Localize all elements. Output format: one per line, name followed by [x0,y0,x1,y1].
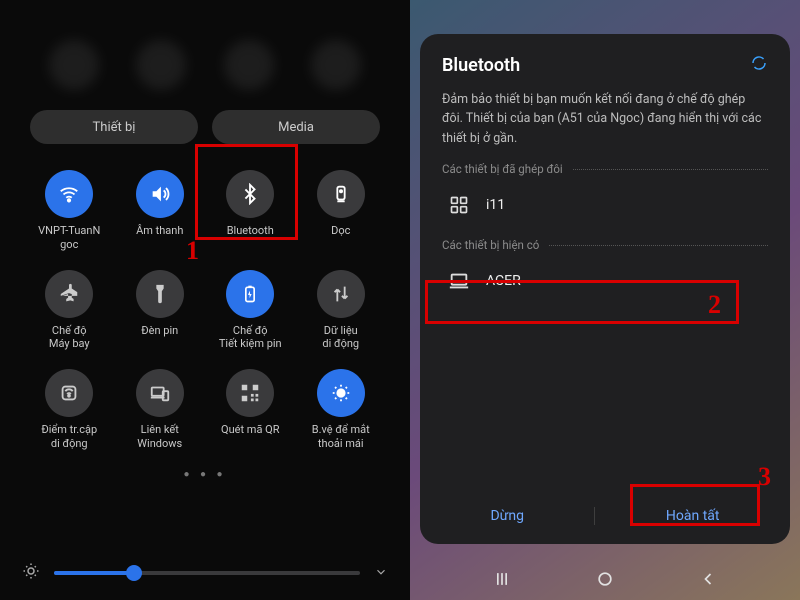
qs-toggle-flashlight[interactable] [136,270,184,318]
qs-tile-qr: Quét mã QR [207,369,294,451]
qs-toggle-wifi[interactable] [45,170,93,218]
qs-toggle-sound[interactable] [136,170,184,218]
qs-tile-flashlight: Đèn pin [117,270,204,352]
qs-tile-hotspot: Điểm tr.cập di động [26,369,113,451]
qs-toggle-qr[interactable] [226,369,274,417]
qs-label: Chế độ Tiết kiệm pin [219,324,282,352]
qs-label: Đèn pin [141,324,178,338]
available-device-acer[interactable]: ACER [442,258,768,304]
qs-label: Dọc [331,224,350,238]
qs-label: Chế độ Máy bay [49,324,90,352]
bluetooth-actions: Dừng Hoàn tất [420,500,790,532]
qs-label: Liên kết Windows [137,423,182,451]
blurred-background-icons [0,30,410,110]
qs-tile-sound: Âm thanh [117,170,204,252]
qs-toggle-link[interactable] [136,369,184,417]
qs-toggle-battery[interactable] [226,270,274,318]
brightness-slider[interactable] [54,571,360,575]
available-devices-label: Các thiết bị hiện có [442,238,768,252]
device-name: ACER [486,273,521,289]
qs-toggle-bluetooth[interactable] [226,170,274,218]
qs-toggle-hotspot[interactable] [45,369,93,417]
qs-tile-battery: Chế độ Tiết kiệm pin [207,270,294,352]
back-button[interactable] [697,568,719,590]
qs-label: Âm thanh [136,224,183,238]
done-button[interactable]: Hoàn tất [644,500,742,532]
device-name: i11 [486,197,505,213]
paired-device-i11[interactable]: i11 [442,182,768,228]
qs-toggle-mobiledata[interactable] [317,270,365,318]
home-button[interactable] [594,568,616,590]
brightness-control [22,562,388,584]
laptop-icon [448,270,470,292]
grid-icon [448,194,470,216]
qs-tile-bluetooth: Bluetooth [207,170,294,252]
paired-devices-label: Các thiết bị đã ghép đôi [442,162,768,176]
bluetooth-title: Bluetooth [442,55,520,76]
qs-label: Quét mã QR [221,423,280,437]
quick-settings-grid: VNPT-TuanN goc Âm thanh Bluetooth Dọc Chế độ… [0,162,410,459]
qs-label: VNPT-TuanN goc [38,224,100,252]
stop-button[interactable]: Dừng [468,500,545,532]
bluetooth-panel: Bluetooth Đảm bảo thiết bị bạn muốn kết … [410,0,800,600]
brightness-icon [22,562,40,584]
refresh-icon[interactable] [750,54,768,76]
expand-icon[interactable] [374,564,388,583]
qs-tile-wifi: VNPT-TuanN goc [26,170,113,252]
recents-button[interactable] [491,568,513,590]
qs-tile-rotation: Dọc [298,170,385,252]
notification-tabs: Thiết bị Media [0,110,410,162]
qs-label: B.vệ để mắt thoải mái [312,423,370,451]
divider [594,507,595,525]
qs-tile-mobiledata: Dữ liệu di động [298,270,385,352]
qs-label: Điểm tr.cập di động [41,423,97,451]
tab-devices[interactable]: Thiết bị [30,110,198,144]
quick-settings-panel: Thiết bị Media VNPT-TuanN goc Âm thanh Blu… [0,0,410,600]
tab-media[interactable]: Media [212,110,380,144]
navigation-bar [410,558,800,600]
page-indicator: ● ● ● [0,459,410,486]
bluetooth-sheet: Bluetooth Đảm bảo thiết bị bạn muốn kết … [420,34,790,544]
qs-toggle-eye[interactable] [317,369,365,417]
bluetooth-description: Đảm bảo thiết bị bạn muốn kết nối đang ở… [442,90,768,148]
qs-toggle-rotation[interactable] [317,170,365,218]
qs-tile-eye: B.vệ để mắt thoải mái [298,369,385,451]
qs-toggle-airplane[interactable] [45,270,93,318]
qs-tile-airplane: Chế độ Máy bay [26,270,113,352]
qs-tile-link: Liên kết Windows [117,369,204,451]
qs-label: Bluetooth [227,224,274,238]
qs-label: Dữ liệu di động [322,324,359,352]
